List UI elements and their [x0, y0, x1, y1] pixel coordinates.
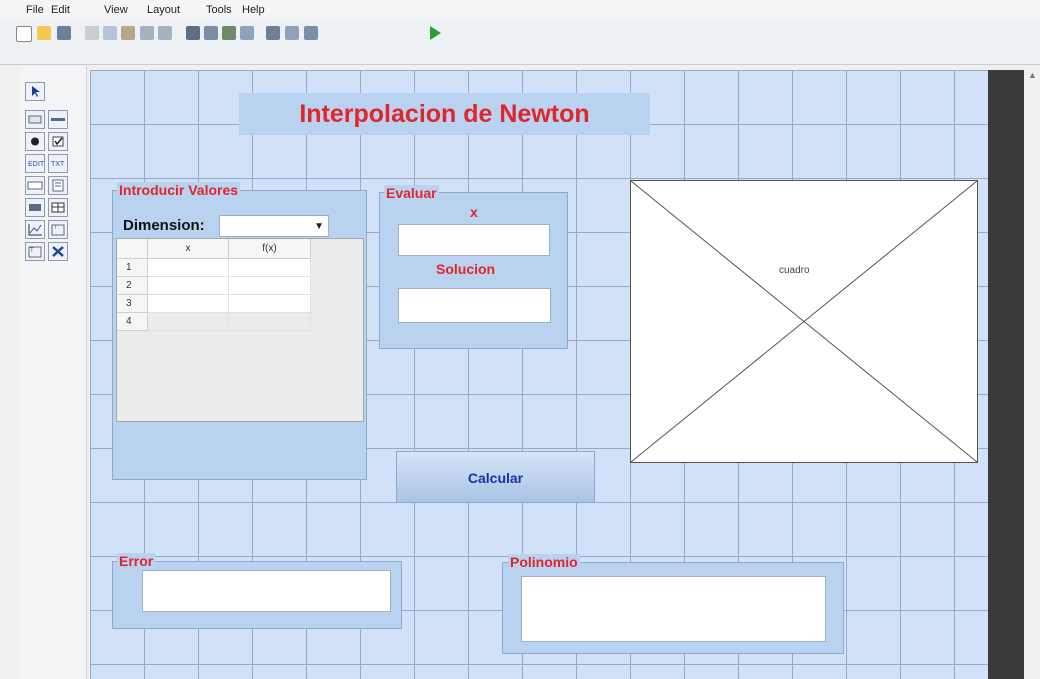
- activex-icon[interactable]: [48, 242, 68, 261]
- scroll-up-icon[interactable]: ▲: [1028, 70, 1037, 80]
- page-title: Interpolacion de Newton: [239, 93, 650, 135]
- plot-axes[interactable]: cuadro: [630, 180, 978, 463]
- solucion-output: [398, 288, 551, 323]
- error-title: Error: [117, 553, 156, 569]
- align-icon[interactable]: [186, 26, 200, 40]
- canvas-resize-area: [988, 70, 1024, 679]
- row-header[interactable]: 4: [117, 313, 148, 331]
- polinomio-title: Polinomio: [508, 554, 580, 570]
- open-folder-icon[interactable]: [37, 26, 51, 40]
- table-cell[interactable]: [229, 259, 311, 277]
- dimension-label: Dimension:: [123, 217, 205, 234]
- svg-text:TXT: TXT: [50, 160, 65, 168]
- solucion-label: Solucion: [436, 261, 496, 277]
- row-header[interactable]: 1: [117, 259, 148, 277]
- slider-icon[interactable]: [48, 110, 68, 129]
- evaluar-title: Evaluar: [384, 185, 439, 201]
- menu-edit[interactable]: Edit: [51, 4, 70, 16]
- error-output: [142, 570, 391, 612]
- edit-text-icon[interactable]: EDIT: [25, 154, 45, 173]
- radio-button-icon[interactable]: [25, 132, 45, 151]
- column-header-x[interactable]: x: [148, 239, 229, 259]
- menu-help[interactable]: Help: [242, 4, 265, 16]
- row-header[interactable]: 3: [117, 295, 148, 313]
- menu-layout[interactable]: Layout: [147, 4, 180, 16]
- chevron-down-icon[interactable]: ▼: [314, 221, 324, 232]
- toolbar-editor-icon[interactable]: [304, 26, 318, 40]
- calcular-button[interactable]: Calcular: [396, 451, 595, 503]
- table-icon[interactable]: [48, 198, 68, 217]
- select-icon[interactable]: [25, 82, 45, 101]
- static-text-icon[interactable]: TXT: [48, 154, 68, 173]
- save-icon[interactable]: [57, 26, 71, 40]
- x-label: x: [470, 204, 478, 220]
- tab-order-icon[interactable]: [266, 26, 280, 40]
- dimension-dropdown[interactable]: ▼: [219, 215, 329, 237]
- table-corner: [117, 239, 148, 259]
- paste-icon[interactable]: [121, 26, 135, 40]
- introducir-valores-title: Introducir Valores: [117, 182, 241, 198]
- svg-text:T: T: [29, 247, 34, 254]
- menu-bar: File Edit View Layout Tools Help: [0, 0, 1040, 21]
- axes-tag-label: cuadro: [779, 265, 810, 276]
- menu-tools[interactable]: Tools: [206, 4, 232, 16]
- column-header-fx[interactable]: f(x): [229, 239, 311, 259]
- table-cell[interactable]: [148, 259, 229, 277]
- run-icon[interactable]: [430, 26, 441, 40]
- popup-menu-icon[interactable]: [25, 176, 45, 195]
- menu-file[interactable]: File: [26, 4, 44, 16]
- cut-icon[interactable]: [85, 26, 99, 40]
- undo-icon[interactable]: [140, 26, 154, 40]
- table-cell[interactable]: [229, 277, 311, 295]
- listbox-icon[interactable]: [48, 176, 68, 195]
- axes-placeholder-cross: [631, 181, 977, 462]
- menu-editor-icon[interactable]: [285, 26, 299, 40]
- new-file-icon[interactable]: [16, 26, 32, 42]
- table-cell[interactable]: [229, 313, 311, 331]
- redo-icon[interactable]: [158, 26, 172, 40]
- toggle-button-icon[interactable]: [25, 198, 45, 217]
- polinomio-output: [521, 576, 826, 642]
- x-input[interactable]: [398, 224, 550, 256]
- table-cell[interactable]: [148, 277, 229, 295]
- panel-icon[interactable]: T: [48, 220, 68, 239]
- axes-icon[interactable]: [25, 220, 45, 239]
- table-cell[interactable]: [148, 295, 229, 313]
- checkbox-icon[interactable]: [48, 132, 68, 151]
- values-table[interactable]: x f(x) 1 2 3 4: [116, 238, 364, 422]
- table-cell[interactable]: [229, 295, 311, 313]
- toolbar: [0, 20, 1040, 65]
- editor-icon[interactable]: [204, 26, 218, 40]
- copy-icon[interactable]: [103, 26, 117, 40]
- property-inspector-icon[interactable]: [222, 26, 236, 40]
- object-browser-icon[interactable]: [240, 26, 254, 40]
- svg-text:T: T: [53, 225, 58, 231]
- row-header[interactable]: 2: [117, 277, 148, 295]
- push-button-icon[interactable]: [25, 110, 45, 129]
- component-palette: EDIT TXT T T: [20, 66, 87, 679]
- svg-text:EDIT: EDIT: [28, 160, 44, 168]
- table-cell[interactable]: [148, 313, 229, 331]
- button-group-icon[interactable]: T: [25, 242, 45, 261]
- menu-view[interactable]: View: [104, 4, 128, 16]
- vertical-scrollbar[interactable]: ▲: [1024, 66, 1040, 679]
